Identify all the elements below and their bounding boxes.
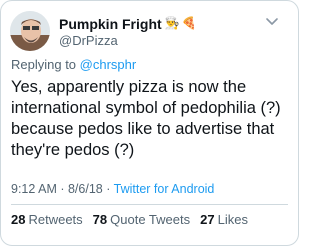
chef-emoji-icon: 👨‍🍳 xyxy=(164,16,180,30)
tweet-time[interactable]: 9:12 AM xyxy=(11,182,57,196)
divider xyxy=(11,204,288,205)
author-handle[interactable]: @DrPizza xyxy=(59,33,118,48)
likes-stat[interactable]: 27 Likes xyxy=(200,212,248,227)
likes-count: 27 xyxy=(200,212,215,227)
reply-mention-link[interactable]: @chrsphr xyxy=(80,57,137,72)
pizza-emoji-icon: 🍕 xyxy=(181,16,197,30)
tweet-date[interactable]: 8/6/18 xyxy=(68,182,103,196)
quote-tweets-count: 78 xyxy=(92,212,108,227)
reply-context: Replying to @chrsphr xyxy=(11,57,136,72)
meta-separator: · xyxy=(56,182,68,196)
tweet-card: Pumpkin Fright 👨‍🍳 🍕 @DrPizza Replying t… xyxy=(0,0,299,246)
avatar[interactable] xyxy=(10,11,50,51)
author-name-row[interactable]: Pumpkin Fright 👨‍🍳 🍕 xyxy=(59,15,197,33)
meta-separator: · xyxy=(102,182,114,196)
tweet-meta: 9:12 AM · 8/6/18 · Twitter for Android xyxy=(11,182,214,196)
retweets-label: Retweets xyxy=(28,212,83,227)
quote-tweets-label: Quote Tweets xyxy=(110,212,191,227)
chevron-down-icon[interactable] xyxy=(263,15,281,29)
likes-label: Likes xyxy=(217,212,248,227)
quote-tweets-stat[interactable]: 78 Quote Tweets xyxy=(93,212,190,227)
retweets-stat[interactable]: 28 Retweets xyxy=(11,212,83,227)
retweets-count: 28 xyxy=(11,212,26,227)
tweet-text: Yes, apparently pizza is now the interna… xyxy=(11,78,281,159)
engagement-stats: 28 Retweets 78 Quote Tweets 27 Likes xyxy=(11,212,248,227)
author-display-name[interactable]: Pumpkin Fright xyxy=(59,16,162,32)
tweet-source-link[interactable]: Twitter for Android xyxy=(114,182,215,196)
avatar-image xyxy=(10,11,50,51)
reply-prefix: Replying to xyxy=(11,57,80,72)
